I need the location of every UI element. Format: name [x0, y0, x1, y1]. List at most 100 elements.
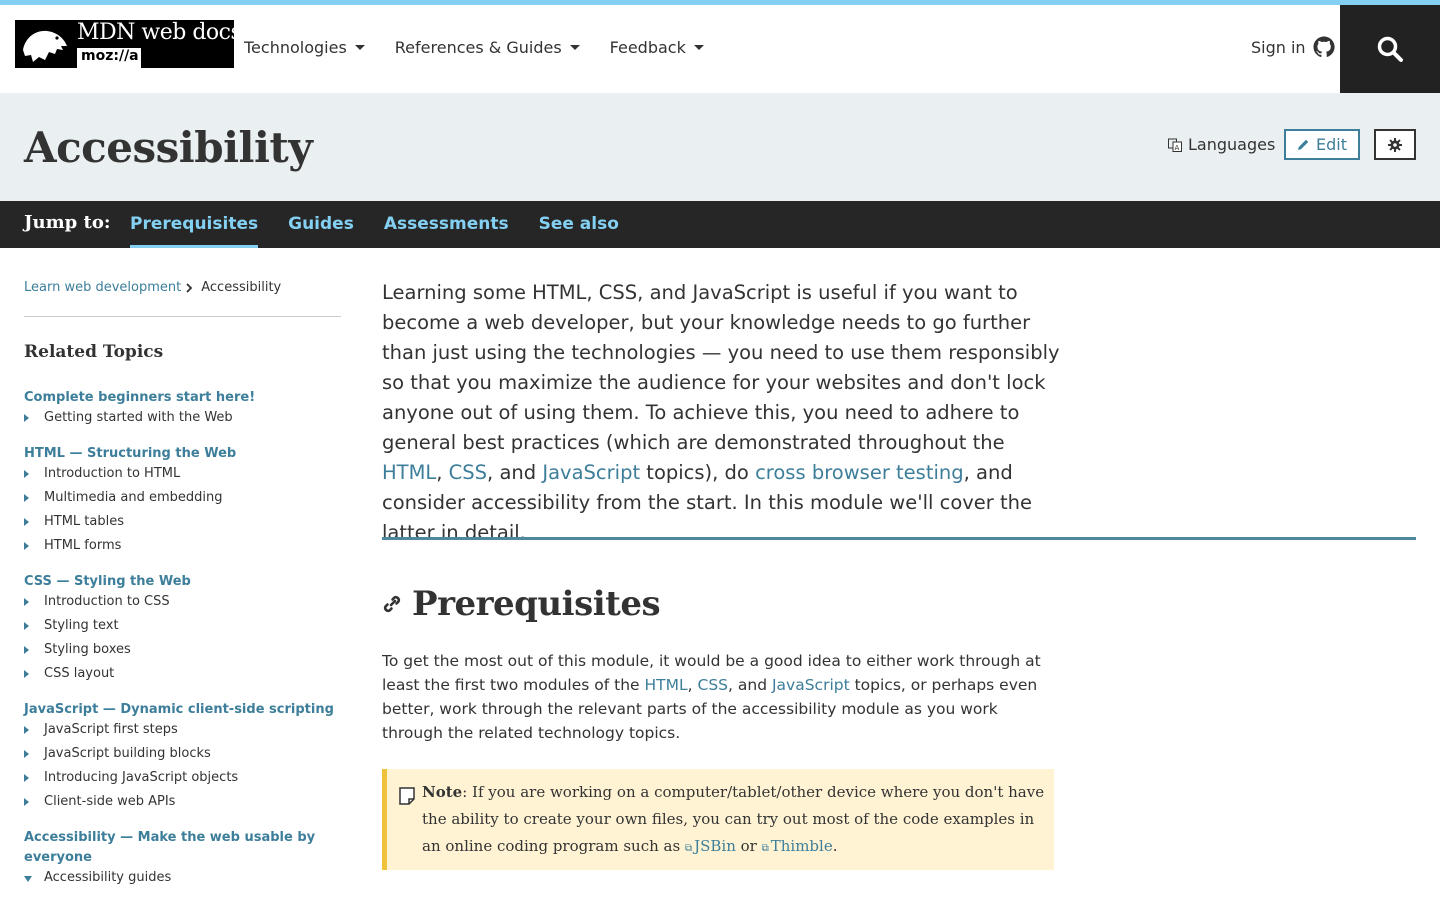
javascript-link[interactable]: JavaScript — [772, 676, 850, 694]
expand-triangle-icon — [24, 598, 29, 606]
edit-label: Edit — [1316, 135, 1347, 154]
html-link[interactable]: HTML — [382, 461, 436, 484]
topic-group-title[interactable]: Complete beginners start here! — [24, 390, 255, 405]
nav-references-guides[interactable]: References & Guides — [395, 38, 580, 57]
topic-group: Accessibility — Make the web usable by e… — [24, 826, 344, 890]
topic-item-label: Introducing JavaScript objects — [44, 770, 239, 785]
topic-item-label: Getting started with the Web — [44, 410, 233, 425]
translate-icon: A — [1168, 138, 1182, 152]
prereq-text: , — [687, 676, 698, 694]
expand-triangle-icon — [24, 646, 29, 654]
external-link-icon: ⧉ — [684, 843, 693, 854]
topic-item-label: Introduction to HTML — [44, 466, 181, 481]
expand-triangle-icon — [24, 798, 29, 806]
css-link[interactable]: CSS — [449, 461, 487, 484]
related-topics-list: Complete beginners start here! Getting s… — [24, 386, 344, 900]
chevron-right-icon — [186, 282, 193, 293]
topic-item[interactable]: Styling text — [24, 614, 344, 638]
jump-link-prerequisites[interactable]: Prerequisites — [130, 201, 259, 248]
nav-references-label: References & Guides — [394, 38, 562, 57]
expand-triangle-icon — [24, 542, 29, 550]
note-label: Note — [422, 783, 463, 801]
languages-label: Languages — [1188, 135, 1276, 154]
expand-triangle-icon — [24, 414, 29, 422]
chevron-down-icon — [569, 45, 580, 50]
html-link[interactable]: HTML — [645, 676, 688, 694]
chevron-down-icon — [354, 45, 365, 50]
topic-item-label: HTML forms — [44, 538, 122, 553]
breadcrumb-link[interactable]: Learn web development — [24, 280, 181, 295]
mozilla-wordmark-text: moz://a — [81, 48, 139, 64]
intro-text: , — [436, 461, 449, 484]
jump-to-label: Jump to: — [24, 212, 111, 233]
nav-feedback[interactable]: Feedback — [610, 38, 704, 57]
pencil-icon — [1298, 139, 1309, 150]
search-icon — [1377, 36, 1403, 62]
topic-item[interactable]: Introducing JavaScript objects — [24, 766, 344, 790]
jump-link-guides[interactable]: Guides — [288, 201, 354, 248]
topic-item[interactable]: HTML forms — [24, 534, 344, 558]
site-header: MDN web docs moz://a Technologies Refere… — [0, 5, 1440, 93]
title-band: Accessibility A Languages Edit — [0, 93, 1440, 201]
breadcrumb-current: Accessibility — [201, 280, 282, 295]
link-icon[interactable] — [382, 594, 402, 614]
dinosaur-logo-icon — [23, 30, 67, 62]
thimble-link[interactable]: Thimble — [771, 837, 833, 855]
chevron-down-icon — [693, 45, 704, 50]
prerequisites-heading: Prerequisites — [382, 584, 661, 624]
topic-item[interactable]: JavaScript building blocks — [24, 742, 344, 766]
jump-link-assessments[interactable]: Assessments — [384, 201, 509, 248]
topic-group-title[interactable]: HTML — Structuring the Web — [24, 446, 236, 461]
topic-group-title[interactable]: JavaScript — Dynamic client-side scripti… — [24, 702, 334, 717]
note-text: Note: If you are working on a computer/t… — [422, 779, 1052, 862]
cross-browser-testing-link[interactable]: cross browser testing — [755, 461, 964, 484]
intro-paragraph: Learning some HTML, CSS, and JavaScript … — [382, 278, 1062, 548]
expand-triangle-icon — [24, 750, 29, 758]
expand-triangle-icon — [24, 494, 29, 502]
note-body: . — [832, 837, 838, 855]
sign-in-link[interactable]: Sign in — [1251, 35, 1336, 59]
jump-link-see-also[interactable]: See also — [539, 201, 619, 248]
section-divider — [382, 537, 1416, 540]
topic-group-title[interactable]: CSS — Styling the Web — [24, 574, 191, 589]
topic-item[interactable]: CSS layout — [24, 662, 344, 686]
topic-item-label: Client-side web APIs — [44, 794, 176, 809]
intro-text: , and — [487, 461, 543, 484]
topic-item[interactable]: Multimedia and embedding — [24, 486, 344, 510]
topic-item[interactable]: HTML tables — [24, 510, 344, 534]
jsbin-link[interactable]: JSBin — [694, 837, 736, 855]
note-box: Note: If you are working on a computer/t… — [382, 769, 1054, 870]
topic-group: HTML — Structuring the Web Introduction … — [24, 442, 344, 558]
collapse-triangle-icon — [24, 876, 32, 882]
topic-item[interactable]: Styling boxes — [24, 638, 344, 662]
prereq-text: , and — [728, 676, 772, 694]
settings-button[interactable] — [1374, 129, 1416, 160]
css-link[interactable]: CSS — [698, 676, 729, 694]
related-topics-title: Related Topics — [24, 342, 164, 362]
topic-item-label: Multimedia and embedding — [44, 490, 223, 505]
topic-group-title[interactable]: Accessibility — Make the web usable by e… — [24, 830, 315, 865]
topic-item[interactable]: Client-side web APIs — [24, 790, 344, 814]
topic-item[interactable]: Introduction to CSS — [24, 590, 344, 614]
topic-item-label: JavaScript building blocks — [44, 746, 211, 761]
expand-triangle-icon — [24, 726, 29, 734]
edit-button[interactable]: Edit — [1284, 129, 1360, 160]
topic-group: Complete beginners start here! Getting s… — [24, 386, 344, 430]
languages-button[interactable]: A Languages — [1168, 135, 1275, 154]
javascript-link[interactable]: JavaScript — [542, 461, 640, 484]
topic-item-label: JavaScript first steps — [44, 722, 178, 737]
topic-item[interactable]: Introduction to HTML — [24, 462, 344, 486]
topic-item[interactable]: JavaScript first steps — [24, 718, 344, 742]
nav-technologies[interactable]: Technologies — [244, 38, 365, 57]
topic-item[interactable]: Accessibility guides — [24, 866, 344, 890]
expand-triangle-icon — [24, 470, 29, 478]
search-button[interactable] — [1340, 5, 1440, 93]
topic-item[interactable]: Getting started with the Web — [24, 406, 344, 430]
sign-in-label: Sign in — [1251, 37, 1306, 57]
nav-feedback-label: Feedback — [609, 38, 686, 57]
expand-triangle-icon — [24, 774, 29, 782]
mdn-logo[interactable]: MDN web docs moz://a — [15, 20, 242, 68]
sidebar-divider — [24, 316, 341, 317]
expand-triangle-icon — [24, 518, 29, 526]
topic-item-label: Introduction to CSS — [44, 594, 170, 609]
